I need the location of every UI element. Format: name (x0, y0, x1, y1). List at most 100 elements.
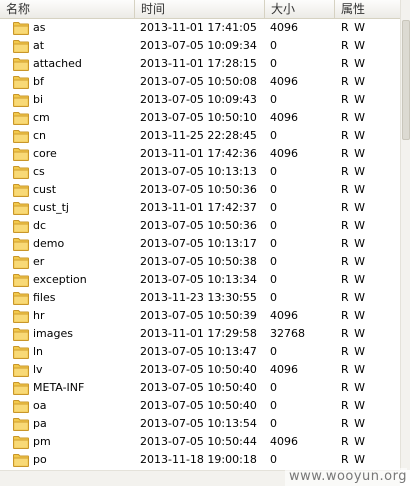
folder-icon (13, 346, 29, 359)
file-row[interactable]: META-INF 2013-07-05 10:50:40 0 R W (0, 379, 400, 397)
file-time: 2013-07-05 10:09:43 (140, 93, 257, 106)
folder-icon (13, 184, 29, 197)
file-attributes: R W (341, 309, 367, 322)
file-row[interactable]: hr 2013-07-05 10:50:39 4096 R W (0, 307, 400, 325)
file-size: 0 (270, 399, 277, 412)
file-name: oa (33, 399, 47, 412)
file-attributes: R W (341, 39, 367, 52)
file-row[interactable]: bi 2013-07-05 10:09:43 0 R W (0, 91, 400, 109)
file-row[interactable]: cust_tj 2013-11-01 17:42:37 0 R W (0, 199, 400, 217)
file-name: lv (33, 363, 43, 376)
file-time: 2013-11-01 17:42:36 (140, 147, 257, 160)
file-size: 0 (270, 201, 277, 214)
file-row[interactable]: cn 2013-11-25 22:28:45 0 R W (0, 127, 400, 145)
file-time: 2013-07-05 10:50:36 (140, 219, 257, 232)
file-attributes: R W (341, 111, 367, 124)
file-name: po (33, 453, 47, 466)
file-size: 0 (270, 237, 277, 250)
column-header-bar: 名称 时间 大小 属性 (0, 0, 400, 19)
folder-icon (13, 436, 29, 449)
file-attributes: R W (341, 363, 367, 376)
file-size: 0 (270, 381, 277, 394)
file-row[interactable]: images 2013-11-01 17:29:58 32768 R W (0, 325, 400, 343)
file-time: 2013-07-05 10:50:40 (140, 363, 257, 376)
folder-icon (13, 166, 29, 179)
file-size: 0 (270, 129, 277, 142)
file-size: 4096 (270, 21, 298, 34)
file-name: hr (33, 309, 45, 322)
file-time: 2013-11-01 17:41:05 (140, 21, 257, 34)
file-row[interactable]: lv 2013-07-05 10:50:40 4096 R W (0, 361, 400, 379)
folder-icon (13, 58, 29, 71)
file-name: cn (33, 129, 47, 142)
file-row[interactable]: at 2013-07-05 10:09:34 0 R W (0, 37, 400, 55)
column-header-time[interactable]: 时间 (135, 0, 265, 19)
file-browser: 名称 时间 大小 属性 as 2013-11-01 17:41:05 4096 R W… (0, 0, 410, 486)
file-time: 2013-07-05 10:13:34 (140, 273, 257, 286)
file-name: cust_tj (33, 201, 69, 214)
folder-icon (13, 292, 29, 305)
file-attributes: R W (341, 435, 367, 448)
file-size: 0 (270, 39, 277, 52)
file-attributes: R W (341, 165, 367, 178)
file-row[interactable]: attached 2013-11-01 17:28:15 0 R W (0, 55, 400, 73)
file-time: 2013-07-05 10:13:17 (140, 237, 257, 250)
file-time: 2013-11-01 17:28:15 (140, 57, 257, 70)
file-attributes: R W (341, 57, 367, 70)
column-header-name[interactable]: 名称 (0, 0, 135, 19)
file-name: pm (33, 435, 51, 448)
file-name: exception (33, 273, 87, 286)
file-size: 0 (270, 57, 277, 70)
file-time: 2013-11-18 19:00:18 (140, 453, 257, 466)
file-time: 2013-07-05 10:50:40 (140, 399, 257, 412)
column-header-attributes[interactable]: 属性 (335, 0, 400, 19)
folder-icon (13, 202, 29, 215)
file-name: images (33, 327, 73, 340)
folder-icon (13, 112, 29, 125)
file-attributes: R W (341, 291, 367, 304)
file-size: 0 (270, 417, 277, 430)
file-row[interactable]: pm 2013-07-05 10:50:44 4096 R W (0, 433, 400, 451)
file-size: 4096 (270, 147, 298, 160)
folder-icon (13, 328, 29, 341)
file-row[interactable]: as 2013-11-01 17:41:05 4096 R W (0, 19, 400, 37)
file-name: cs (33, 165, 45, 178)
file-time: 2013-11-23 13:30:55 (140, 291, 257, 304)
folder-icon (13, 238, 29, 251)
file-size: 0 (270, 291, 277, 304)
file-size: 4096 (270, 363, 298, 376)
file-row[interactable]: core 2013-11-01 17:42:36 4096 R W (0, 145, 400, 163)
file-row[interactable]: ln 2013-07-05 10:13:47 0 R W (0, 343, 400, 361)
scrollbar-thumb[interactable] (402, 20, 410, 140)
file-name: pa (33, 417, 47, 430)
file-name: dc (33, 219, 47, 232)
file-row[interactable]: oa 2013-07-05 10:50:40 0 R W (0, 397, 400, 415)
file-row[interactable]: cm 2013-07-05 10:50:10 4096 R W (0, 109, 400, 127)
file-row[interactable]: pa 2013-07-05 10:13:54 0 R W (0, 415, 400, 433)
file-row[interactable]: bf 2013-07-05 10:50:08 4096 R W (0, 73, 400, 91)
file-row[interactable]: dc 2013-07-05 10:50:36 0 R W (0, 217, 400, 235)
file-size: 0 (270, 219, 277, 232)
file-attributes: R W (341, 399, 367, 412)
file-attributes: R W (341, 237, 367, 250)
file-row[interactable]: po 2013-11-18 19:00:18 0 R W (0, 451, 400, 469)
file-row[interactable]: cs 2013-07-05 10:13:13 0 R W (0, 163, 400, 181)
file-name: ln (33, 345, 44, 358)
file-attributes: R W (341, 93, 367, 106)
folder-icon (13, 400, 29, 413)
file-row[interactable]: cust 2013-07-05 10:50:36 0 R W (0, 181, 400, 199)
file-size: 0 (270, 273, 277, 286)
folder-icon (13, 76, 29, 89)
folder-icon (13, 22, 29, 35)
file-row[interactable]: files 2013-11-23 13:30:55 0 R W (0, 289, 400, 307)
file-name: cm (33, 111, 50, 124)
file-time: 2013-11-25 22:28:45 (140, 129, 257, 142)
file-row[interactable]: er 2013-07-05 10:50:38 0 R W (0, 253, 400, 271)
file-time: 2013-11-01 17:29:58 (140, 327, 257, 340)
file-time: 2013-07-05 10:50:39 (140, 309, 257, 322)
vertical-scrollbar[interactable] (400, 0, 410, 470)
column-header-size[interactable]: 大小 (265, 0, 335, 19)
file-row[interactable]: demo 2013-07-05 10:13:17 0 R W (0, 235, 400, 253)
file-row[interactable]: exception 2013-07-05 10:13:34 0 R W (0, 271, 400, 289)
file-attributes: R W (341, 129, 367, 142)
